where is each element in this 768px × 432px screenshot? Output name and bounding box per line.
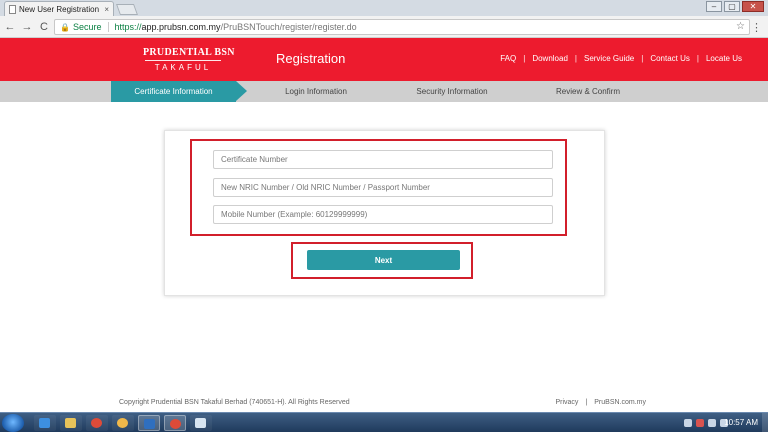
outlook-glyph	[144, 419, 155, 429]
nav-contact-us-link[interactable]: Contact Us	[650, 54, 690, 63]
explorer-glyph	[65, 418, 76, 428]
nav-faq-link[interactable]: FAQ	[500, 54, 516, 63]
prudential-bsn-logo[interactable]: PRUDENTIAL BSN TAKAFUL	[143, 47, 235, 72]
url-host: app.prubsn.com.my	[141, 22, 221, 32]
chrome-glyph	[91, 418, 102, 428]
show-desktop-button[interactable]	[762, 413, 768, 432]
notepad-icon[interactable]	[190, 415, 212, 431]
step-review-confirm: Review & Confirm	[555, 87, 620, 96]
nav-download-link[interactable]: Download	[532, 54, 568, 63]
start-button[interactable]	[2, 414, 24, 432]
browser-tabstrip: New User Registration | × – ▢ ✕	[0, 0, 768, 16]
privacy-link[interactable]: Privacy	[555, 399, 578, 406]
taskbar-clock[interactable]: 10:57 AM	[724, 418, 758, 427]
logo-main-text: PRUDENTIAL BSN	[143, 47, 235, 58]
chrome-icon[interactable]	[86, 415, 108, 431]
paint-glyph	[117, 418, 128, 428]
logo-rule	[145, 60, 221, 61]
browser-menu-icon[interactable]: ⋮	[751, 21, 762, 34]
url-scheme: https://	[114, 22, 142, 32]
address-separator	[107, 22, 109, 32]
active-step-arrow	[236, 81, 247, 101]
back-icon[interactable]: ←	[3, 21, 17, 33]
nav-service-guide-link[interactable]: Service Guide	[584, 54, 634, 63]
mobile-number-input[interactable]	[213, 205, 553, 224]
maximize-button[interactable]: ▢	[724, 1, 740, 12]
nav-locate-us-link[interactable]: Locate Us	[706, 54, 742, 63]
page-icon	[9, 4, 16, 14]
top-navigation: FAQ | Download | Service Guide | Contact…	[500, 54, 742, 63]
browser-toolbar: ← → C 🔒 Secure https:// app.prubsn.com.m…	[0, 16, 768, 38]
bookmark-star-icon[interactable]: ☆	[736, 21, 745, 32]
ie-icon[interactable]	[34, 415, 56, 431]
ie-glyph	[39, 418, 50, 428]
tab-title: New User Registration |	[19, 4, 102, 14]
new-tab-button[interactable]	[115, 4, 139, 15]
network-tray-icon[interactable]	[708, 419, 716, 427]
site-header: PRUDENTIAL BSN TAKAFUL Registration FAQ …	[0, 38, 768, 81]
close-window-button[interactable]: ✕	[742, 1, 764, 12]
tab-close-icon[interactable]: ×	[104, 5, 109, 14]
footer-copyright: Copyright Prudential BSN Takaful Berhad …	[119, 399, 350, 406]
windows-taskbar: 10:57 AM	[0, 412, 768, 432]
logo-sub-text: TAKAFUL	[154, 63, 212, 72]
notepad-glyph	[195, 418, 206, 428]
paint-icon[interactable]	[112, 415, 134, 431]
footer-links: Privacy | PruBSN.com.my	[555, 399, 646, 406]
explorer-icon[interactable]	[60, 415, 82, 431]
security-label: Secure	[72, 22, 102, 32]
antivirus-tray-icon[interactable]	[696, 419, 704, 427]
outlook-icon[interactable]	[138, 415, 160, 431]
nav-divider: |	[523, 54, 526, 63]
step-login-information: Login Information	[285, 87, 347, 96]
chrome-window-icon[interactable]	[164, 415, 186, 431]
nav-divider: |	[574, 54, 577, 63]
nav-divider: |	[641, 54, 644, 63]
nric-passport-input[interactable]	[213, 178, 553, 197]
system-tray	[684, 419, 728, 427]
step-certificate-information: Certificate Information	[111, 81, 236, 102]
forward-icon[interactable]: →	[20, 21, 34, 33]
nav-divider: |	[696, 54, 699, 63]
page-title: Registration	[276, 51, 346, 66]
lock-icon: 🔒	[60, 22, 70, 32]
window-controls: – ▢ ✕	[706, 1, 764, 12]
address-bar[interactable]: 🔒 Secure https:// app.prubsn.com.my /Pru…	[54, 19, 750, 35]
registration-steps: Certificate Information Login Informatio…	[0, 81, 768, 102]
prubsn-site-link[interactable]: PruBSN.com.my	[594, 399, 646, 406]
chrome-glyph	[170, 419, 181, 429]
tray-icon[interactable]	[684, 419, 692, 427]
step-security-information: Security Information	[416, 87, 488, 96]
next-button[interactable]: Next	[307, 250, 460, 270]
reload-icon[interactable]: C	[37, 21, 51, 33]
certificate-number-input[interactable]	[213, 150, 553, 169]
minimize-button[interactable]: –	[706, 1, 722, 12]
footer-divider: |	[585, 399, 588, 406]
url-path: /PruBSNTouch/register/register.do	[220, 22, 357, 32]
browser-tab[interactable]: New User Registration | ×	[4, 1, 114, 16]
